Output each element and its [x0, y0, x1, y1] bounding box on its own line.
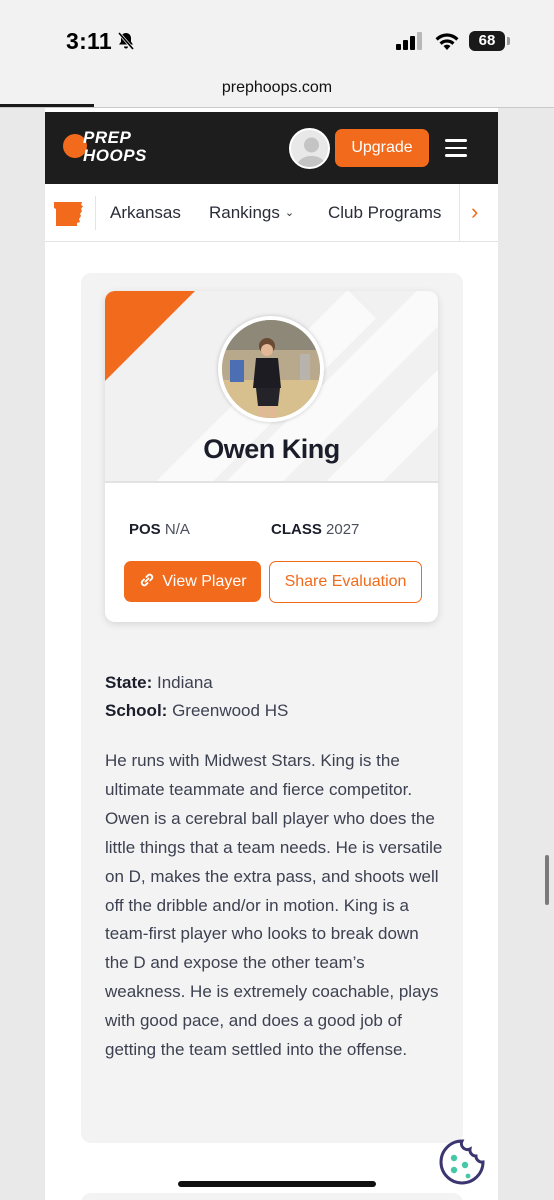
card-divider [105, 481, 438, 483]
user-silhouette-icon [296, 137, 327, 167]
user-avatar[interactable] [289, 128, 330, 169]
evaluation-text: He runs with Midwest Stars. King is the … [105, 751, 443, 1060]
arkansas-state-icon[interactable] [53, 200, 85, 226]
position-stat: POS N/A [129, 521, 190, 538]
state-label: State: [105, 673, 153, 692]
bell-muted-icon [117, 32, 135, 50]
url-text[interactable]: prephoops.com [0, 79, 554, 97]
card-hero: Owen King [105, 291, 438, 481]
subnav-item-rankings[interactable]: Rankings ⌄ [209, 203, 294, 223]
subnav-item-arkansas[interactable]: Arkansas [110, 203, 181, 223]
state-line: State: Indiana [105, 673, 213, 693]
hamburger-menu-icon[interactable] [445, 139, 467, 157]
chevron-right-icon[interactable]: › [471, 199, 478, 225]
battery-indicator: 68 [469, 31, 505, 51]
view-player-label: View Player [162, 573, 247, 590]
subnav-separator [95, 196, 96, 230]
share-evaluation-button[interactable]: Share Evaluation [269, 561, 422, 603]
logo-line-1: PREP [83, 128, 132, 147]
subnav-item-rankings-label: Rankings [209, 203, 280, 222]
chevron-down-icon: ⌄ [284, 207, 295, 219]
site-header: PREP HOOPS Upgrade [45, 112, 498, 184]
position-value: N/A [164, 521, 190, 538]
cookie-icon[interactable] [438, 1138, 486, 1186]
wifi-icon [435, 33, 459, 50]
evaluation-panel: Owen King POS N/A CLASS 2027 View Player… [81, 273, 463, 1143]
subnav-item-club-programs[interactable]: Club Programs [328, 203, 441, 223]
logo-text: PREP HOOPS [83, 129, 147, 165]
web-page: PREP HOOPS Upgrade Arkansas Rankings ⌄ Cl… [45, 108, 498, 1200]
school-value: Greenwood HS [172, 701, 289, 720]
player-card: Owen King POS N/A CLASS 2027 View Player… [105, 291, 438, 622]
home-indicator[interactable] [178, 1181, 376, 1187]
status-bar: 3:11 68 [0, 0, 554, 70]
orange-corner-accent [105, 291, 195, 381]
class-value: 2027 [326, 521, 360, 538]
sub-navigation: Arkansas Rankings ⌄ Club Programs › [45, 184, 498, 242]
cellular-signal-icon [396, 32, 422, 50]
player-photo-image [222, 320, 320, 418]
logo-line-2: HOOPS [83, 146, 147, 165]
class-label: CLASS [271, 521, 322, 538]
position-label: POS [129, 521, 161, 538]
class-stat: CLASS 2027 [271, 521, 359, 538]
prephoops-logo[interactable]: PREP HOOPS [63, 128, 173, 172]
status-time: 3:11 [66, 28, 112, 54]
school-label: School: [105, 701, 168, 720]
player-photo [218, 316, 324, 422]
state-value: Indiana [156, 673, 213, 692]
view-player-button[interactable]: View Player [124, 561, 261, 602]
next-evaluation-panel [81, 1193, 463, 1200]
subnav-separator-right [459, 184, 460, 242]
school-line: School: Greenwood HS [105, 701, 288, 721]
player-name: Owen King [203, 434, 340, 464]
scrollbar-thumb[interactable] [545, 855, 549, 905]
battery-nub [507, 37, 510, 45]
link-icon [141, 573, 154, 587]
browser-url-bar[interactable]: prephoops.com [0, 70, 554, 108]
upgrade-button[interactable]: Upgrade [335, 129, 429, 167]
